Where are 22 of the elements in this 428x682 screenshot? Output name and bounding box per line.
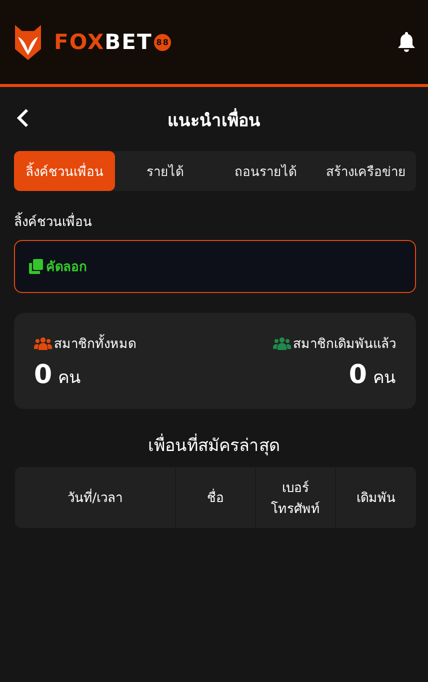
tab[interactable]: สร้างเครือข่าย [316,151,416,191]
column-header: เดิมพัน [335,467,416,528]
column-header: ชื่อ [175,467,255,528]
column-header: เบอร์ โทรศัพท์ [255,467,335,528]
fox-logo-icon [14,24,42,60]
section-title: เพื่อนที่สมัครล่าสุด [0,431,428,458]
back-icon [16,108,30,128]
stat-value: 0 [348,360,367,390]
stat-unit: คน [58,366,82,390]
field-label: ลิ้งค์ชวนเพื่อน [14,211,414,232]
copy-button[interactable]: คัดลอก [29,256,87,277]
column-header: วันที่/เวลา [15,467,175,528]
stat-value: 0 [34,360,52,390]
stat-label: สมาชิกเดิมพันแล้ว [293,336,396,354]
page-title: แนะนำเพื่อน [168,106,260,132]
tab[interactable]: ลิ้งค์ชวนเพื่อน [14,151,114,191]
tab[interactable]: รายได้ [114,151,215,191]
copy-icon [29,259,43,274]
stat-unit: คน [373,366,396,390]
stat-label: สมาชิกทั้งหมด [54,332,136,354]
bell-icon[interactable] [397,31,416,53]
tab[interactable]: ถอนรายได้ [215,151,316,191]
